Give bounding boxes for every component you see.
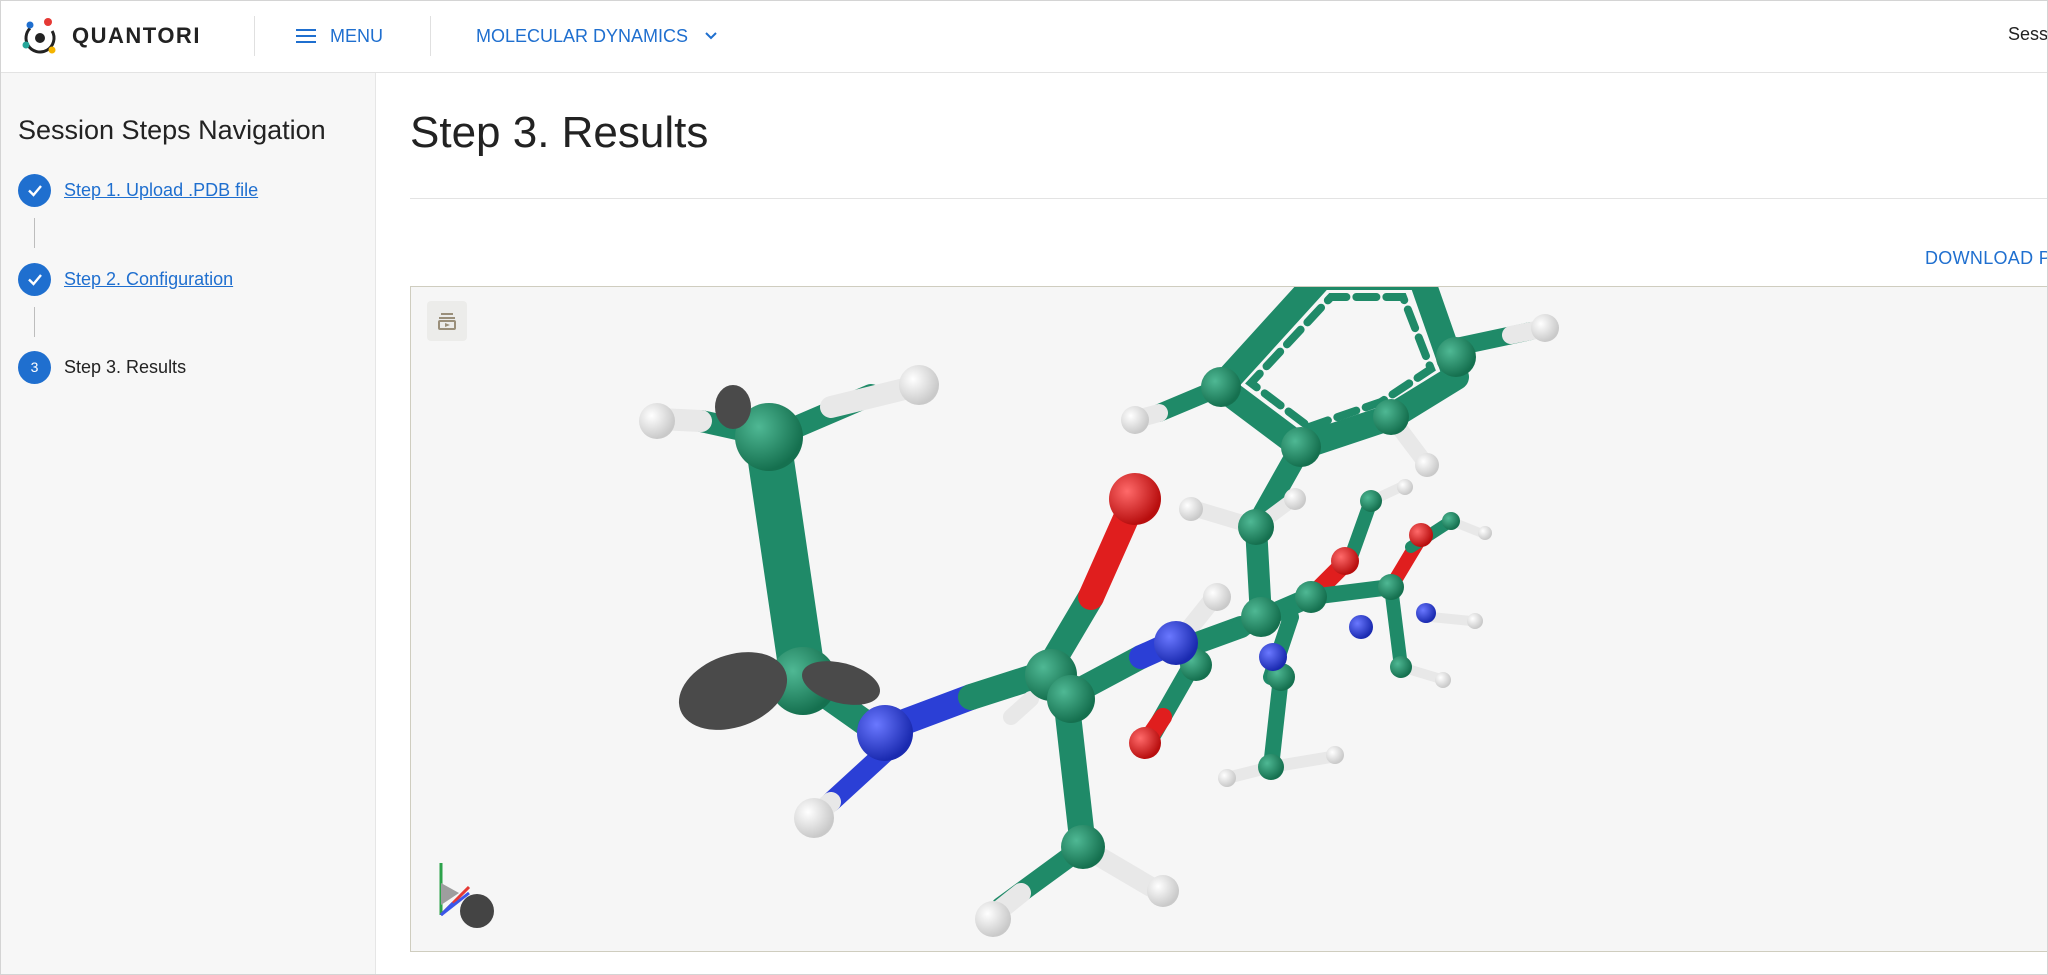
- hamburger-menu-icon: [296, 29, 316, 43]
- session-label: Sess: [2008, 24, 2048, 44]
- download-button[interactable]: DOWNLOAD P: [1925, 248, 2048, 269]
- step-item-configuration[interactable]: Step 2. Configuration: [18, 262, 233, 296]
- molecule-3d-viewer[interactable]: [410, 286, 2048, 952]
- step-link-upload[interactable]: Step 1. Upload .PDB file: [64, 180, 258, 201]
- page-title: Step 3. Results: [410, 108, 709, 157]
- quantori-logo-icon: [22, 18, 56, 54]
- step-item-upload[interactable]: Step 1. Upload .PDB file: [18, 173, 258, 207]
- step-complete-check-icon: [18, 173, 51, 207]
- app-header: QUANTORI MENU MOLECULAR DYNAMICS Sess: [0, 0, 2048, 73]
- sidebar-title: Session Steps Navigation: [18, 115, 326, 145]
- viewer-controls-toggle[interactable]: [427, 301, 467, 341]
- step-item-results: 3 Step 3. Results: [18, 350, 186, 384]
- module-dropdown-label: MOLECULAR DYNAMICS: [476, 25, 689, 46]
- step-link-configuration[interactable]: Step 2. Configuration: [64, 269, 233, 290]
- step-complete-check-icon: [18, 262, 51, 296]
- header-divider: [430, 16, 431, 56]
- menu-button-label: MENU: [330, 25, 383, 46]
- step-connector: [34, 218, 35, 248]
- title-divider: [410, 198, 2048, 199]
- module-dropdown[interactable]: MOLECULAR DYNAMICS: [476, 20, 720, 52]
- header-divider: [254, 16, 255, 56]
- menu-button[interactable]: MENU: [294, 20, 383, 52]
- step-connector: [34, 307, 35, 337]
- molecule-structure[interactable]: [411, 287, 2048, 952]
- step-number-badge: 3: [18, 350, 51, 384]
- step-label-results: Step 3. Results: [64, 356, 187, 377]
- bonds: [648, 287, 1550, 927]
- brand-logo[interactable]: QUANTORI: [18, 12, 201, 60]
- brand-name: QUANTORI: [72, 23, 201, 48]
- orientation-axes-icon: [439, 863, 494, 928]
- viewer-controls-toggle-icon: [438, 313, 456, 330]
- chevron-down-icon: [705, 32, 717, 40]
- session-steps-sidebar: Session Steps Navigation Step 1. Upload …: [0, 73, 376, 975]
